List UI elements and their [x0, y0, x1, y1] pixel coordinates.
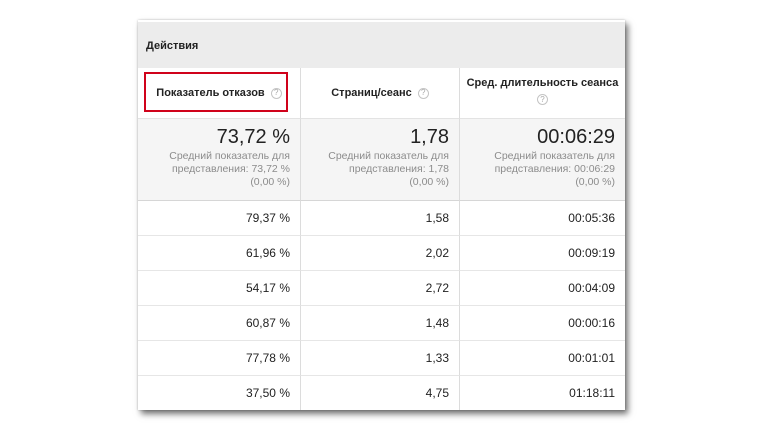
column-header-pages-per-session[interactable]: Страниц/сеанс ? [301, 68, 460, 119]
summary-cell-avg-session-duration: 00:06:29 Средний показатель для представ… [460, 119, 625, 201]
column-header-label: Показатель отказов [156, 87, 265, 99]
table-cell-bounce-rate: 60,87 % [138, 306, 301, 341]
table-cell-avg-session-duration: 00:09:19 [460, 236, 625, 271]
summary-value: 00:06:29 [537, 126, 615, 148]
column-header-label: Страниц/сеанс [331, 87, 412, 99]
column-header-bounce-rate[interactable]: Показатель отказов ? [138, 68, 301, 119]
summary-value: 73,72 % [216, 126, 290, 148]
summary-cell-pages-per-session: 1,78 Средний показатель для представлени… [301, 119, 460, 201]
help-icon[interactable]: ? [417, 87, 429, 99]
help-icon[interactable]: ? [270, 87, 282, 99]
summary-cell-bounce-rate: 73,72 % Средний показатель для представл… [138, 119, 301, 201]
summary-note-line: (0,00 %) [575, 176, 615, 188]
summary-note-line: Средний показатель для [169, 150, 290, 162]
table-cell-pages-per-session: 2,02 [301, 236, 460, 271]
table-cell-avg-session-duration: 00:04:09 [460, 271, 625, 306]
table-cell-pages-per-session: 1,48 [301, 306, 460, 341]
summary-note: Средний показатель для представления: 00… [460, 150, 615, 189]
summary-note-line: представления: 1,78 [349, 163, 449, 175]
column-header-avg-session-duration[interactable]: Сред. длительность сеанса ? [460, 68, 625, 119]
summary-note-line: Средний показатель для [494, 150, 615, 162]
summary-note-line: представления: 73,72 % [171, 163, 290, 175]
table-cell-pages-per-session: 4,75 [301, 376, 460, 410]
table-cell-pages-per-session: 1,58 [301, 201, 460, 236]
summary-note-line: Средний показатель для [328, 150, 449, 162]
table-cell-bounce-rate: 37,50 % [138, 376, 301, 410]
table-cell-avg-session-duration: 00:00:16 [460, 306, 625, 341]
summary-value: 1,78 [410, 126, 449, 148]
metrics-table: Показатель отказов ? Страниц/сеанс ? Сре… [138, 68, 625, 410]
group-title: Действия [146, 39, 199, 52]
table-cell-bounce-rate: 54,17 % [138, 271, 301, 306]
table-cell-pages-per-session: 2,72 [301, 271, 460, 306]
screenshot-stage: Действия Показатель отказов ? Страниц/се… [0, 0, 762, 437]
group-header: Действия [138, 22, 625, 70]
table-cell-pages-per-session: 1,33 [301, 341, 460, 376]
table-cell-avg-session-duration: 00:05:36 [460, 201, 625, 236]
summary-note-line: (0,00 %) [250, 176, 290, 188]
table-cell-bounce-rate: 77,78 % [138, 341, 301, 376]
help-icon[interactable]: ? [537, 94, 548, 105]
table-cell-bounce-rate: 79,37 % [138, 201, 301, 236]
column-header-label: Сред. длительность сеанса [466, 77, 619, 89]
table-cell-avg-session-duration: 00:01:01 [460, 341, 625, 376]
summary-note: Средний показатель для представления: 1,… [301, 150, 449, 189]
summary-note-line: (0,00 %) [409, 176, 449, 188]
summary-note: Средний показатель для представления: 73… [138, 150, 290, 189]
table-cell-bounce-rate: 61,96 % [138, 236, 301, 271]
summary-note-line: представления: 00:06:29 [494, 163, 615, 175]
analytics-table-card: Действия Показатель отказов ? Страниц/се… [138, 20, 625, 410]
table-cell-avg-session-duration: 01:18:11 [460, 376, 625, 410]
